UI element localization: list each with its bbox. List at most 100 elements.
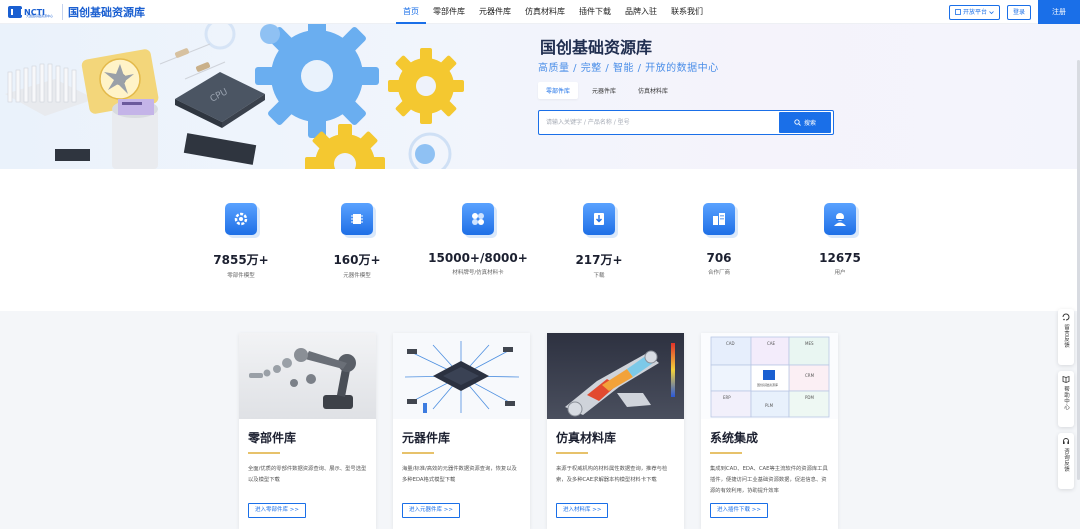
search-bar: 搜索 [538,110,834,135]
side-help[interactable]: 帮助中心 [1058,371,1074,427]
stat-label: 用户 [834,270,846,276]
stat-label: 零部件模型 [227,273,255,279]
stat-value: 12675 [819,251,861,265]
feedback-icon [1062,313,1070,321]
puzzle-label: MES [805,341,814,346]
card-components[interactable]: 元器件库 海量/标准/高效的元器件数据资源查询，恢复以及多种EDA格式模型下载 … [393,333,530,529]
enter-materials-button[interactable]: 进入材料库 >> [556,503,609,518]
menu-item-brands[interactable]: 品牌入驻 [618,0,664,24]
top-navbar: NCTI 大国国基础资源中心 国创基础资源库 首页 零部件库 元器件库 仿真材料… [0,0,1080,24]
login-button[interactable]: 登录 [1006,4,1031,20]
main-menu: 首页 零部件库 元器件库 仿真材料库 插件下载 品牌入驻 联系我们 [396,0,710,24]
card-parts[interactable]: 零部件库 全面/优质的零部件数据资源查询、展示、型号选型以及模型下载 进入零部件… [239,333,376,529]
stat-partners: 706 合作厂商 [659,203,779,276]
heatsink-icon [5,63,95,116]
search-button[interactable]: 搜索 [779,112,831,133]
menu-item-contact[interactable]: 联系我们 [664,0,710,24]
feature-cards-section: 零部件库 全面/优质的零部件数据资源查询、展示、型号选型以及模型下载 进入零部件… [0,311,1080,529]
search-input[interactable] [539,111,779,134]
tab-parts[interactable]: 零部件库 [538,82,579,99]
user-icon [824,203,856,235]
puzzle-label: CAD [726,341,735,346]
chip-icon [341,203,373,235]
page: NCTI 大国国基础资源中心 国创基础资源库 首页 零部件库 元器件库 仿真材料… [0,0,1080,529]
card-materials[interactable]: 仿真材料库 来源于权威机构的材料属性数据查询，推荐与检索，及多种CAE求解器本构… [547,333,684,529]
stat-label: 材料牌号/仿真材料卡 [452,270,504,276]
enter-plugins-button[interactable]: 进入插件下载 >> [710,503,768,518]
stat-downloads: 217万+ 下载 [539,203,659,279]
hero-search-tabs: 零部件库 元器件库 仿真材料库 [538,82,676,99]
stat-components: 160万+ 元器件模型 [297,203,417,279]
stat-value: 7855万+ [213,253,269,267]
puzzle-label: PLM [765,403,774,408]
card-description: 集成到CAD、EDA、CAE等主流软件的资源库工具插件，便捷访问工业基础资源数据… [710,466,828,494]
hero-illustration: CPU [0,24,470,169]
menu-item-materials[interactable]: 仿真材料库 [518,0,572,24]
chevron-down-icon [989,10,994,14]
menu-item-components[interactable]: 元器件库 [472,0,518,24]
material-icon [462,203,494,235]
yellow-gear-icon [388,48,464,124]
logo[interactable]: NCTI 大国国基础资源中心 国创基础资源库 [8,4,145,20]
ncti-logo-icon [8,6,23,18]
search-icon [794,119,801,126]
download-icon [583,203,615,235]
card-divider [556,452,588,454]
menu-item-plugins[interactable]: 插件下载 [572,0,618,24]
puzzle-center-label: 国创基础资源库 [757,382,778,387]
stat-materials: 15000+/8000+ 材料牌号/仿真材料卡 [418,203,538,276]
simulation-part-image [547,333,684,419]
card-title: 系统集成 [710,431,759,445]
card-divider [402,452,434,454]
logo-title: 国创基础资源库 [62,4,145,20]
card-title: 仿真材料库 [556,431,617,445]
gear-icon [225,203,257,235]
robot-arm-image [239,333,376,419]
stats-section: 7855万+ 零部件模型 160万+ 元器件模型 15000+/8000+ 材料… [0,169,1080,311]
enter-components-button[interactable]: 进入元器件库 >> [402,503,460,518]
stat-value: 217万+ [575,253,623,267]
stat-label: 下载 [593,273,605,279]
card-description: 来源于权威机构的材料属性数据查询，推荐与检索，及多种CAE求解器本构模型材料卡下… [556,466,668,483]
hero-art-svg: CPU [5,24,464,169]
platform-icon [955,9,961,15]
search-button-label: 搜索 [803,120,816,127]
hero-title: 国创基础资源库 [540,38,653,57]
stat-value: 706 [706,251,732,265]
card-integration[interactable]: CAD CAE MES CRM ERP PLM PDM 国创基础资源库 系统集成… [701,333,838,529]
puzzle-label: PDM [805,395,814,400]
register-button[interactable]: 注册 [1038,0,1080,24]
open-platform-button[interactable]: 开放平台 [948,4,1000,20]
stat-label: 合作厂商 [707,270,730,276]
tab-components[interactable]: 元器件库 [584,82,624,99]
card-title: 元器件库 [402,431,451,445]
card-description: 海量/标准/高效的元器件数据资源查询，恢复以及多种EDA格式模型下载 [402,466,517,483]
open-platform-label: 开放平台 [962,8,987,16]
stat-users: 12675 用户 [780,203,900,276]
side-consult-label: 咨询反馈 [1063,448,1069,472]
building-icon [703,203,735,235]
card-divider [710,452,742,454]
card-title: 零部件库 [248,431,297,445]
stat-value: 160万+ [333,253,381,267]
logo-subtitle: 大国国基础资源中心 [26,14,54,18]
capacitor-icon [112,99,158,169]
card-description: 全面/优质的零部件数据资源查询、展示、型号选型以及模型下载 [248,466,367,483]
side-feedback-label: 留言反馈 [1063,324,1069,348]
stat-parts: 7855万+ 零部件模型 [181,203,301,279]
tab-materials[interactable]: 仿真材料库 [630,82,676,99]
menu-item-parts[interactable]: 零部件库 [426,0,472,24]
side-help-label: 帮助中心 [1063,386,1069,410]
hero-banner: CPU 国创基础资源库 高质量 / 完整 / 智能 / 开放的数据中心 零部件库… [0,24,1080,169]
hero-subtitle: 高质量 / 完整 / 智能 / 开放的数据中心 [538,63,719,74]
book-icon [1062,375,1070,383]
puzzle-label: ERP [723,395,731,400]
side-feedback[interactable]: 留言反馈 [1058,309,1074,365]
card-divider [248,452,280,454]
puzzle-integration-image: CAD CAE MES CRM ERP PLM PDM 国创基础资源库 [701,333,838,419]
stat-label: 元器件模型 [343,273,371,279]
menu-item-home[interactable]: 首页 [396,0,426,24]
side-consult[interactable]: 咨询反馈 [1058,433,1074,489]
enter-parts-button[interactable]: 进入零部件库 >> [248,503,306,518]
circuit-chip-image [393,333,530,419]
